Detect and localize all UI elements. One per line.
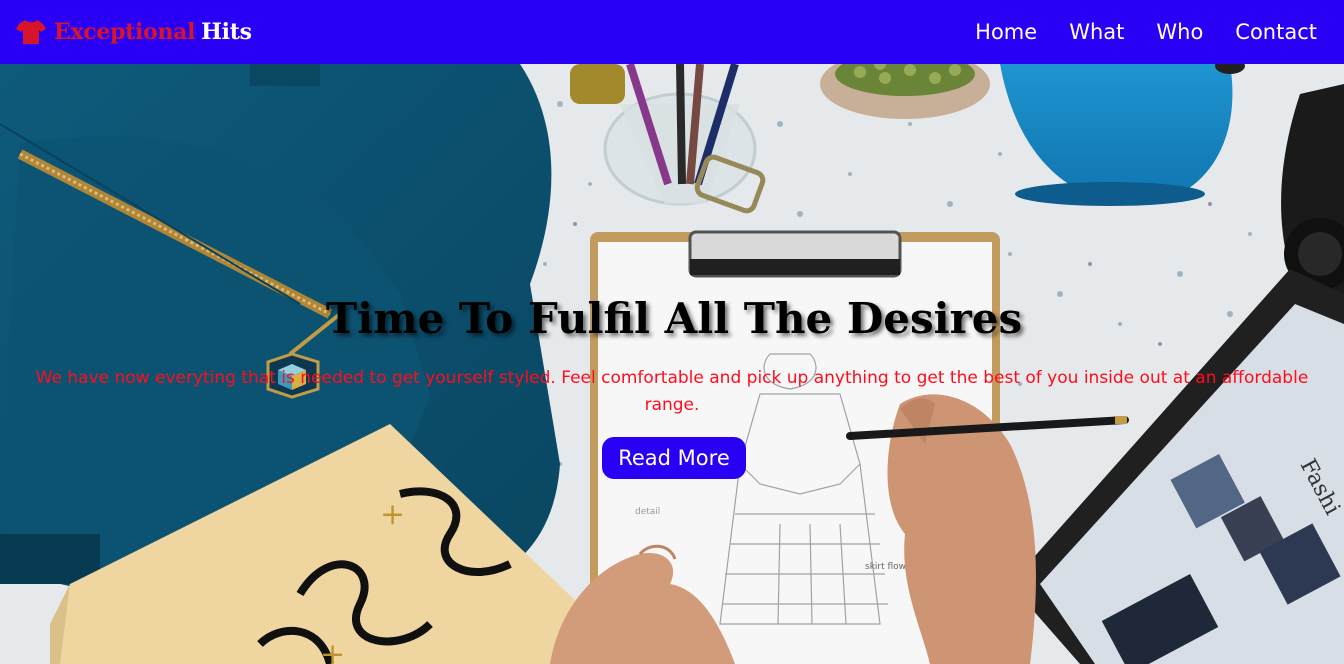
- nav-what-link[interactable]: What: [1069, 20, 1124, 44]
- brand-name: Exceptional Hits: [54, 19, 252, 45]
- hero-section: + + Fashi detail skirt flow Time To Fulf…: [0, 64, 1344, 664]
- brand-name-part1: Exceptional: [54, 19, 196, 45]
- hero-subtitle: We have now everyting that is needed to …: [35, 368, 1309, 415]
- tshirt-icon: [16, 20, 46, 44]
- top-navbar: Exceptional Hits Home What Who Contact: [0, 0, 1344, 64]
- hero-content: Time To Fulfil All The Desires We have n…: [0, 294, 1344, 479]
- brand-name-part2: Hits: [201, 19, 252, 45]
- read-more-button[interactable]: Read More: [602, 437, 746, 479]
- nav-contact-link[interactable]: Contact: [1235, 20, 1317, 44]
- brand-logo-link[interactable]: Exceptional Hits: [16, 19, 252, 45]
- hero-title: Time To Fulfil All The Desires: [325, 294, 1023, 343]
- nav-links: Home What Who Contact: [975, 20, 1317, 44]
- nav-who-link[interactable]: Who: [1156, 20, 1203, 44]
- nav-home-link[interactable]: Home: [975, 20, 1037, 44]
